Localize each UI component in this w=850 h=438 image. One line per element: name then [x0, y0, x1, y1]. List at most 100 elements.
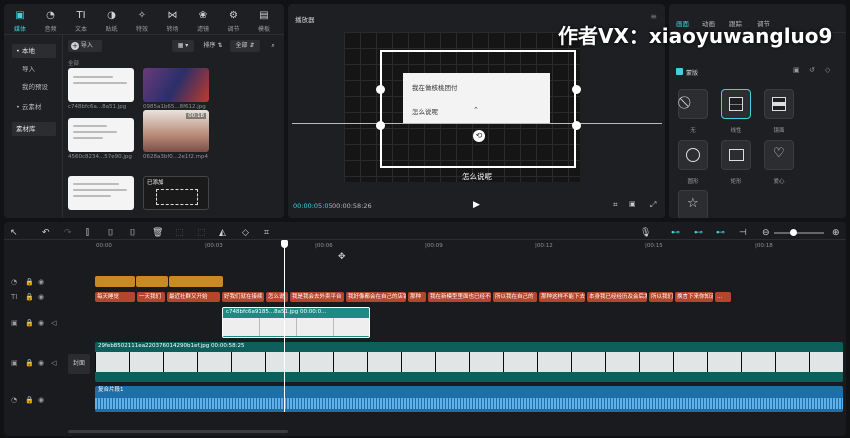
mask-linear[interactable] — [721, 89, 751, 119]
lock-icon[interactable]: 🔒 — [25, 396, 34, 404]
keyframe-icon[interactable]: ▣ — [793, 66, 800, 74]
media-item[interactable] — [68, 176, 134, 210]
subtitle-clip[interactable]: 那种这样不能下去 — [539, 292, 585, 302]
mirror-tool-icon[interactable]: ◭ — [219, 228, 226, 238]
toolbar-item[interactable]: TI 文本 — [67, 10, 95, 33]
resize-handle[interactable] — [376, 121, 385, 130]
lock-icon[interactable]: 🔒 — [25, 293, 34, 301]
subtitle-clip[interactable]: 换言下来你知道 — [675, 292, 713, 302]
subtitle-clip[interactable]: 所以我们 — [649, 292, 673, 302]
mask-checkbox[interactable] — [676, 68, 683, 75]
toolbar-item[interactable]: ◔ 音频 — [37, 10, 65, 33]
horizontal-scrollbar[interactable] — [68, 430, 288, 433]
playhead-knob[interactable] — [281, 240, 288, 248]
eye-icon[interactable]: ◉ — [38, 359, 44, 367]
split-icon[interactable]: ⫿ — [86, 228, 89, 238]
media-item[interactable] — [68, 68, 134, 102]
mask-heart[interactable]: ♡ — [764, 140, 794, 170]
subtitle-clip[interactable]: 我在新模型里面也已经不需要 — [428, 292, 491, 302]
mask-mirror[interactable] — [764, 89, 794, 119]
subtitle-clip[interactable]: 一天我们 — [137, 292, 165, 302]
zoom-in-icon[interactable]: ⊕ — [832, 228, 840, 238]
microphone-icon[interactable]: 🎙 — [640, 228, 651, 238]
delete-icon[interactable]: 🗑 — [152, 228, 163, 238]
playhead[interactable] — [284, 240, 285, 412]
play-icon[interactable]: ▶ — [473, 200, 480, 210]
resize-handle[interactable] — [572, 85, 581, 94]
sidebar-item[interactable]: 导入 — [12, 62, 56, 76]
lock-icon[interactable]: 🔒 — [25, 359, 34, 367]
subtitle-clip[interactable]: 那种 — [408, 292, 426, 302]
subtitle-clip[interactable]: 我是我会去外卖平台 — [290, 292, 344, 302]
link-track-icon[interactable]: ⊷ — [694, 228, 703, 238]
fullscreen-icon[interactable]: ⤢ — [650, 200, 656, 210]
sticker-clip[interactable] — [95, 276, 135, 287]
split-right-icon[interactable]: ⌷ — [130, 228, 135, 238]
import-button[interactable]: + 导入 — [68, 40, 102, 52]
eye-icon[interactable]: ◉ — [38, 319, 44, 327]
resize-handle[interactable] — [572, 121, 581, 130]
mask-star[interactable]: ☆ — [678, 190, 708, 218]
mask-none[interactable]: ⃠ — [678, 89, 708, 119]
subtitle-clip[interactable]: ... — [715, 292, 731, 302]
audio-mute-icon[interactable]: ◁ — [51, 359, 56, 367]
zoom-out-icon[interactable]: ⊖ — [762, 228, 770, 238]
crop-icon[interactable]: ⌗ — [264, 228, 269, 238]
subtitle-clip[interactable]: 我好像都会在自己的店铺是 — [346, 292, 406, 302]
split-left-icon[interactable]: ⌷ — [108, 228, 113, 238]
toolbar-item[interactable]: ✧ 特效 — [128, 10, 156, 33]
redo-icon[interactable]: ↷ — [64, 228, 72, 238]
resize-handle[interactable] — [376, 85, 385, 94]
sidebar-item[interactable]: • 云素材 — [12, 100, 56, 114]
audio-mute-icon[interactable]: ◁ — [51, 319, 56, 327]
rotate-tool-icon[interactable]: ◇ — [242, 228, 249, 238]
preview-axis-icon[interactable]: ⊣ — [739, 228, 747, 238]
toolbar-item[interactable]: ⋈ 转场 — [159, 10, 187, 33]
link-main-icon[interactable]: ⊷ — [671, 228, 680, 238]
zoom-knob[interactable] — [790, 229, 797, 236]
reverse-icon[interactable]: ⬚ — [197, 228, 206, 238]
sidebar-item[interactable]: 素材库 — [12, 122, 56, 136]
eye-icon[interactable]: ◉ — [38, 293, 44, 301]
subtitle-clip[interactable]: 本身我已经经历及会后发布 — [587, 292, 647, 302]
sticker-clip[interactable] — [169, 276, 223, 287]
video-clip[interactable]: c748bfc6a9185...8a51.jpg 00:00:0... — [222, 307, 370, 338]
sidebar-item[interactable]: • 本地 — [12, 44, 56, 58]
audio-clip[interactable]: 复合片段1 — [95, 386, 843, 412]
player-canvas[interactable]: 我在做核桃团付 怎么说呢 ⌃ 怎么说呢 ⟲ — [344, 32, 580, 182]
chevron-up-icon[interactable]: ⌃ — [473, 106, 479, 114]
ratio-icon[interactable]: ▣ — [629, 200, 636, 208]
media-item[interactable]: 已添加 — [143, 176, 209, 210]
toolbar-item[interactable]: ▣ 媒体 — [6, 10, 34, 33]
sidebar-item[interactable]: 我的预设 — [12, 80, 56, 94]
sort-button[interactable]: 排序 ⇅ — [198, 40, 228, 52]
toolbar-item[interactable]: ◑ 贴纸 — [98, 10, 126, 33]
fit-icon[interactable]: ⌗ — [613, 200, 618, 210]
subtitle-clip[interactable]: 最近社群又开始 — [167, 292, 220, 302]
snap-icon[interactable]: ⊷ — [716, 228, 725, 238]
subtitle-clip[interactable]: 每天睡觉 — [95, 292, 135, 302]
lock-icon[interactable]: 🔒 — [25, 319, 34, 327]
mask-rectangle[interactable] — [721, 140, 751, 170]
subtitle-clip[interactable]: 好我们就在接续 — [222, 292, 264, 302]
media-item[interactable]: 00:18 — [143, 110, 209, 152]
main-clip[interactable]: 29feb8502111ea220376014290b1ef.jpg 00:00… — [95, 342, 843, 382]
media-item[interactable] — [143, 68, 209, 102]
cover-button[interactable]: 封面 — [68, 354, 90, 374]
lock-icon[interactable]: 🔒 — [25, 278, 34, 286]
freeze-icon[interactable]: ⬚ — [175, 228, 184, 238]
diamond-icon[interactable]: ◇ — [825, 66, 830, 74]
undo-icon[interactable]: ↶ — [42, 228, 50, 238]
zoom-slider[interactable] — [774, 229, 824, 236]
toolbar-item[interactable]: ⚙ 调节 — [220, 10, 248, 33]
media-item[interactable] — [68, 118, 134, 152]
eye-icon[interactable]: ◉ — [38, 396, 44, 404]
toolbar-item[interactable]: ❀ 滤镜 — [189, 10, 217, 33]
select-tool-icon[interactable]: ↖ — [10, 228, 18, 238]
subtitle-bubble[interactable]: 我在做核桃团付 怎么说呢 ⌃ — [403, 73, 550, 123]
eye-icon[interactable]: ◉ — [38, 278, 44, 286]
mask-circle[interactable] — [678, 140, 708, 170]
rotate-icon[interactable]: ⟲ — [473, 130, 485, 142]
reset-icon[interactable]: ↺ — [809, 66, 815, 74]
view-toggle-button[interactable]: ▦ ▾ — [172, 40, 194, 52]
